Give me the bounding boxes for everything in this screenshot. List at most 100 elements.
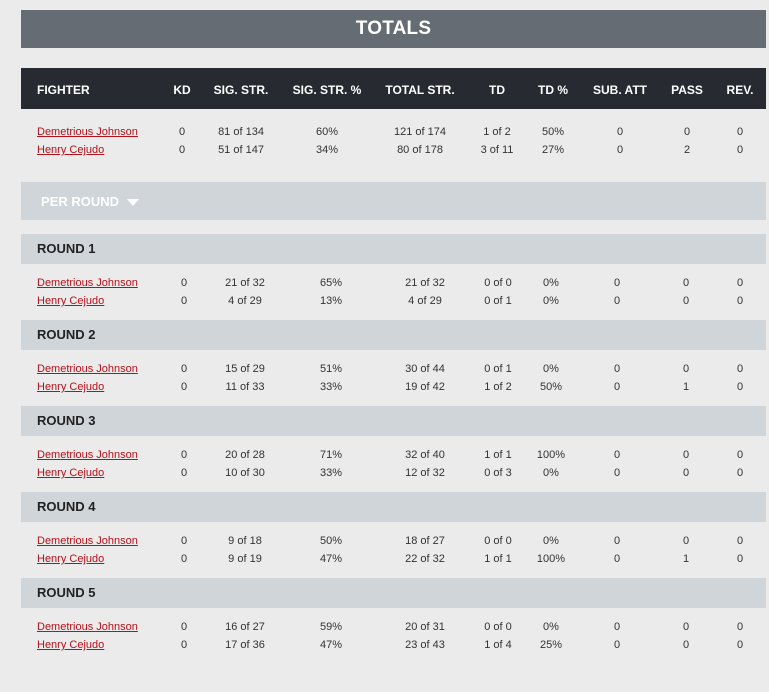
stat-td: 1 of 2 — [484, 381, 512, 393]
stat-td: 1 of 1 — [484, 449, 512, 461]
fighter-link[interactable]: Henry Cejudo — [37, 292, 104, 310]
stat-kd: 0 — [180, 277, 188, 289]
fighter-link[interactable]: Demetrious Johnson — [37, 446, 138, 464]
stat-pass: 0 — [682, 295, 690, 307]
stat-sub-att: 0 — [613, 639, 621, 651]
stat-sub-att: 0 — [616, 126, 624, 138]
stat-td-pct: 0% — [543, 363, 559, 375]
col-sig-str-pct: SIG. STR. % — [292, 83, 362, 97]
fighter-link[interactable]: Henry Cejudo — [37, 636, 104, 654]
stat-total-str: 19 of 42 — [405, 381, 445, 393]
per-round-label: PER ROUND — [41, 193, 120, 209]
stat-sig-str: 16 of 27 — [225, 621, 265, 633]
stat-sig-str-pct: 13% — [319, 295, 343, 307]
fighter-link[interactable]: Demetrious Johnson — [37, 274, 138, 292]
stat-kd: 0 — [180, 449, 188, 461]
stat-total-str: 22 of 32 — [405, 553, 445, 565]
col-total-str: TOTAL STR. — [385, 83, 455, 97]
stat-kd: 0 — [178, 144, 186, 156]
stat-sig-str: 9 of 18 — [228, 535, 262, 547]
stat-rev: 0 — [736, 449, 744, 461]
fighter-link[interactable]: Demetrious Johnson — [37, 532, 138, 550]
stat-rev: 0 — [736, 535, 744, 547]
stat-sub-att: 0 — [613, 621, 621, 633]
stat-pass: 2 — [683, 144, 691, 156]
stat-pass: 0 — [682, 277, 690, 289]
stat-pass: 1 — [682, 553, 690, 565]
fighter-link[interactable]: Henry Cejudo — [37, 378, 104, 396]
stat-rev: 0 — [736, 277, 744, 289]
stat-kd: 0 — [180, 535, 188, 547]
round-title: ROUND 5 — [37, 585, 96, 600]
stat-total-str: 23 of 43 — [405, 639, 445, 651]
stat-sub-att: 0 — [613, 535, 621, 547]
round-2-row-fighter-2: Henry Cejudo 0 11 of 33 33% 19 of 42 1 o… — [21, 378, 766, 396]
stat-sub-att: 0 — [613, 295, 621, 307]
col-rev: REV. — [726, 83, 754, 97]
totals-row-fighter-1: Demetrious Johnson 0 81 of 134 60% 121 o… — [21, 123, 766, 141]
stat-td: 0 of 3 — [484, 467, 512, 479]
stat-sig-str: 10 of 30 — [225, 467, 265, 479]
stat-total-str: 80 of 178 — [397, 144, 443, 156]
col-kd: KD — [173, 83, 191, 97]
per-round-toggle[interactable]: PER ROUND — [41, 182, 140, 220]
fighter-link[interactable]: Henry Cejudo — [37, 141, 104, 159]
fighter-link[interactable]: Demetrious Johnson — [37, 618, 138, 636]
stat-td: 1 of 4 — [484, 639, 512, 651]
stat-sig-str-pct: 65% — [319, 277, 343, 289]
round-1-row-fighter-2: Henry Cejudo 0 4 of 29 13% 4 of 29 0 of … — [21, 292, 766, 310]
round-header: ROUND 1 — [21, 234, 766, 264]
stat-total-str: 30 of 44 — [405, 363, 445, 375]
stat-pass: 0 — [682, 535, 690, 547]
col-sub-att: SUB. ATT — [593, 83, 647, 97]
stat-kd: 0 — [180, 639, 188, 651]
stat-pass: 0 — [682, 621, 690, 633]
stat-total-str: 18 of 27 — [405, 535, 445, 547]
fighter-link[interactable]: Henry Cejudo — [37, 464, 104, 482]
stat-sub-att: 0 — [613, 467, 621, 479]
col-td-pct: TD % — [538, 83, 568, 97]
stat-td: 0 of 1 — [484, 363, 512, 375]
stat-sig-str-pct: 51% — [319, 363, 343, 375]
stat-sig-str: 20 of 28 — [225, 449, 265, 461]
stat-pass: 0 — [682, 639, 690, 651]
stat-kd: 0 — [180, 467, 188, 479]
stat-rev: 0 — [736, 621, 744, 633]
fighter-link[interactable]: Demetrious Johnson — [37, 360, 138, 378]
stat-total-str: 20 of 31 — [405, 621, 445, 633]
round-title: ROUND 3 — [37, 413, 96, 428]
stat-pass: 1 — [682, 381, 690, 393]
round-1-row-fighter-1: Demetrious Johnson 0 21 of 32 65% 21 of … — [21, 274, 766, 292]
stat-sub-att: 0 — [613, 363, 621, 375]
stat-rev: 0 — [736, 126, 744, 138]
stat-kd: 0 — [180, 621, 188, 633]
round-5-row-fighter-2: Henry Cejudo 0 17 of 36 47% 23 of 43 1 o… — [21, 636, 766, 654]
stat-sig-str: 4 of 29 — [228, 295, 262, 307]
fighter-link[interactable]: Demetrious Johnson — [37, 123, 138, 141]
stat-td: 0 of 0 — [484, 621, 512, 633]
round-header: ROUND 2 — [21, 320, 766, 350]
stat-sub-att: 0 — [613, 381, 621, 393]
stat-sig-str: 81 of 134 — [218, 126, 264, 138]
stat-sig-str: 51 of 147 — [218, 144, 264, 156]
stat-td-pct: 0% — [543, 621, 559, 633]
round-4-row-fighter-1: Demetrious Johnson 0 9 of 18 50% 18 of 2… — [21, 532, 766, 550]
round-5-row-fighter-1: Demetrious Johnson 0 16 of 27 59% 20 of … — [21, 618, 766, 636]
stat-total-str: 32 of 40 — [405, 449, 445, 461]
stat-td-pct: 27% — [541, 144, 565, 156]
round-title: ROUND 2 — [37, 327, 96, 342]
stat-kd: 0 — [180, 363, 188, 375]
round-3-row-fighter-1: Demetrious Johnson 0 20 of 28 71% 32 of … — [21, 446, 766, 464]
stat-sig-str: 17 of 36 — [225, 639, 265, 651]
fighter-link[interactable]: Henry Cejudo — [37, 550, 104, 568]
stat-pass: 0 — [682, 467, 690, 479]
stat-sig-str: 15 of 29 — [225, 363, 265, 375]
stat-td-pct: 0% — [543, 277, 559, 289]
col-pass: PASS — [671, 83, 703, 97]
stat-sig-str: 21 of 32 — [225, 277, 265, 289]
stat-sig-str-pct: 47% — [319, 553, 343, 565]
stat-td-pct: 50% — [539, 381, 563, 393]
stat-kd: 0 — [180, 553, 188, 565]
stat-kd: 0 — [180, 381, 188, 393]
totals-title: TOTALS — [355, 18, 432, 39]
